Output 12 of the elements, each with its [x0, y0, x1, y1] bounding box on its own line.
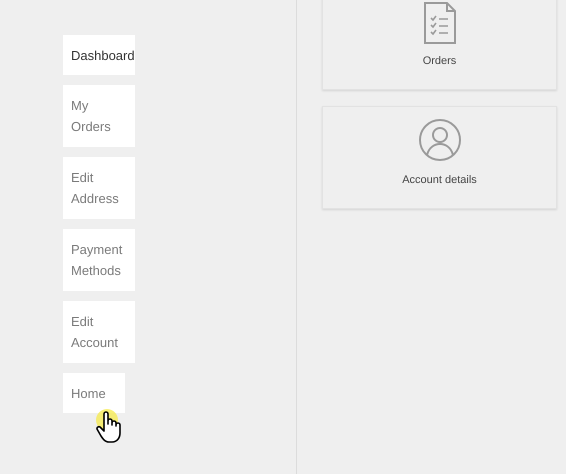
card-label: Account details — [402, 172, 477, 188]
dashboard-card[interactable]: Orders — [322, 0, 557, 90]
sidebar-item[interactable]: Edit Account — [63, 301, 135, 363]
card-label: Orders — [422, 54, 456, 68]
sidebar-item[interactable]: Edit Address — [63, 157, 135, 219]
sidebar-item[interactable]: My Orders — [63, 85, 135, 147]
dashboard-card[interactable]: Account details — [322, 106, 557, 209]
sidebar-item[interactable]: Payment Methods — [63, 229, 135, 291]
user-icon — [418, 118, 462, 162]
document-checklist-icon — [422, 0, 458, 44]
sidebar-item[interactable]: Dashboard — [63, 35, 135, 75]
sidebar-item[interactable]: Home — [63, 373, 125, 413]
